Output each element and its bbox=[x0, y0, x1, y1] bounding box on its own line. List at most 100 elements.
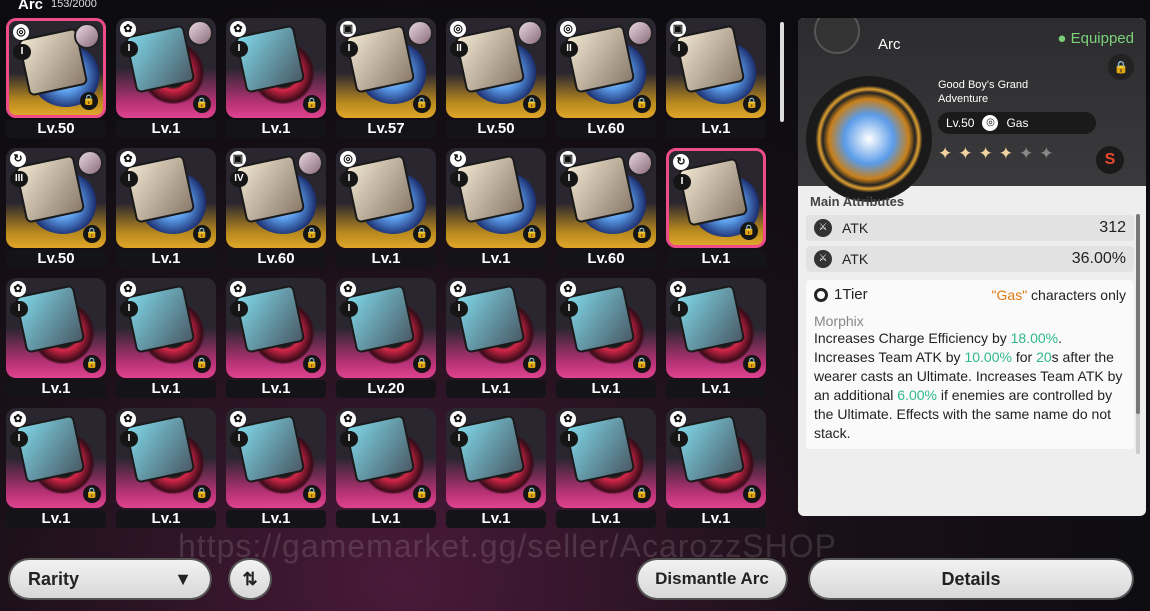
arc-card[interactable]: ✿ I 🔒 Lv.1 bbox=[226, 18, 326, 140]
arc-card[interactable]: ✿ I 🔒 Lv.1 bbox=[666, 408, 766, 530]
lock-icon[interactable]: 🔒 bbox=[743, 355, 761, 373]
arc-card-frame: ✿ I 🔒 bbox=[116, 408, 216, 508]
gear-element-icon: ✿ bbox=[120, 151, 136, 167]
tier-badge: I bbox=[560, 301, 578, 317]
arc-level: Lv.1 bbox=[226, 120, 326, 138]
arc-card[interactable]: ▣ I 🔒 Lv.1 bbox=[666, 18, 766, 140]
rarity-sort-dropdown[interactable]: Rarity ▼ bbox=[10, 560, 210, 598]
detail-panel: Arc ● Equipped 🔒 Good Boy's Grand Advent… bbox=[798, 18, 1146, 516]
sort-order-toggle-icon[interactable]: ⇅ bbox=[230, 560, 270, 598]
desc-value: 6.00% bbox=[897, 387, 937, 403]
lock-icon[interactable]: 🔒 bbox=[743, 485, 761, 503]
lock-icon[interactable]: 🔒 bbox=[193, 485, 211, 503]
lock-icon[interactable]: 🔒 bbox=[523, 355, 541, 373]
lock-icon[interactable]: 🔒 bbox=[633, 95, 651, 113]
arc-card[interactable]: ✿ I 🔒 Lv.1 bbox=[666, 278, 766, 400]
arc-card[interactable]: ▣ I 🔒 Lv.57 bbox=[336, 18, 436, 140]
lock-icon[interactable]: 🔒 bbox=[303, 355, 321, 373]
arc-card[interactable]: ↻ I 🔒 Lv.1 bbox=[666, 148, 766, 270]
tier-badge: I bbox=[340, 171, 358, 187]
lock-icon[interactable]: 🔒 bbox=[83, 485, 101, 503]
gear-element-icon: ✿ bbox=[120, 21, 136, 37]
arc-card-frame: ✿ I 🔒 bbox=[226, 408, 326, 508]
arc-card[interactable]: ▣ IV 🔒 Lv.60 bbox=[226, 148, 326, 270]
arc-level: Lv.1 bbox=[116, 250, 216, 268]
arc-card-frame: ◎ I 🔒 bbox=[336, 148, 436, 248]
arc-card-frame: ✿ I 🔒 bbox=[446, 278, 546, 378]
lock-icon[interactable]: 🔒 bbox=[193, 95, 211, 113]
lock-icon[interactable]: 🔒 bbox=[193, 355, 211, 373]
arc-card[interactable]: ✿ I 🔒 Lv.1 bbox=[446, 408, 546, 530]
arc-card[interactable]: ✿ I 🔒 Lv.1 bbox=[6, 408, 106, 530]
lock-icon[interactable]: 🔒 bbox=[83, 355, 101, 373]
gear-element-icon: ✿ bbox=[560, 281, 576, 297]
lock-icon[interactable]: 🔒 bbox=[523, 225, 541, 243]
arc-level: Lv.1 bbox=[6, 510, 106, 528]
lock-icon[interactable]: 🔒 bbox=[740, 222, 758, 240]
disc-case-art bbox=[564, 24, 636, 94]
lock-icon[interactable]: 🔒 bbox=[413, 95, 431, 113]
arc-card[interactable]: ↻ III 🔒 Lv.50 bbox=[6, 148, 106, 270]
character-avatar bbox=[627, 150, 653, 176]
arc-card[interactable]: ✿ I 🔒 Lv.1 bbox=[226, 408, 326, 530]
lock-icon[interactable]: 🔒 bbox=[83, 225, 101, 243]
lock-icon[interactable]: 🔒 bbox=[743, 95, 761, 113]
lock-icon[interactable]: 🔒 bbox=[80, 92, 98, 110]
disc-case-art bbox=[234, 284, 306, 354]
tier-badge: I bbox=[670, 431, 688, 447]
arc-card[interactable]: ↻ I 🔒 Lv.1 bbox=[446, 148, 546, 270]
arc-card[interactable]: ✿ I 🔒 Lv.1 bbox=[336, 408, 436, 530]
tier-badge: I bbox=[10, 431, 28, 447]
lock-icon[interactable]: 🔒 bbox=[413, 355, 431, 373]
lock-icon[interactable]: 🔒 bbox=[523, 95, 541, 113]
cube-element-icon: ▣ bbox=[340, 21, 356, 37]
details-button[interactable]: Details bbox=[810, 560, 1132, 598]
lock-icon[interactable]: 🔒 bbox=[193, 225, 211, 243]
arc-card[interactable]: ✿ I 🔒 Lv.1 bbox=[116, 278, 216, 400]
grid-scrollbar-thumb[interactable] bbox=[780, 22, 784, 122]
arc-card[interactable]: ▣ I 🔒 Lv.60 bbox=[556, 148, 656, 270]
lock-icon[interactable]: 🔒 bbox=[523, 485, 541, 503]
lock-icon[interactable]: 🔒 bbox=[633, 225, 651, 243]
lock-icon[interactable]: 🔒 bbox=[633, 485, 651, 503]
grid-scrollbar[interactable] bbox=[780, 22, 786, 522]
arc-card[interactable]: ◎ II 🔒 Lv.60 bbox=[556, 18, 656, 140]
character-avatar bbox=[187, 20, 213, 46]
lock-icon[interactable]: 🔒 bbox=[633, 355, 651, 373]
arc-level: Lv.1 bbox=[556, 510, 656, 528]
detail-scrollbar[interactable] bbox=[1136, 214, 1140, 454]
tier-badge: I bbox=[120, 41, 138, 57]
lock-icon[interactable]: 🔒 bbox=[413, 485, 431, 503]
arc-card-frame: ✿ I 🔒 bbox=[556, 408, 656, 508]
arc-card[interactable]: ✿ I 🔒 Lv.1 bbox=[446, 278, 546, 400]
arc-card[interactable]: ✿ I 🔒 Lv.1 bbox=[116, 18, 216, 140]
arc-card[interactable]: ✿ I 🔒 Lv.1 bbox=[6, 278, 106, 400]
arc-card[interactable]: ✿ I 🔒 Lv.1 bbox=[226, 278, 326, 400]
lock-icon[interactable]: 🔒 bbox=[413, 225, 431, 243]
arc-card[interactable]: ◎ II 🔒 Lv.50 bbox=[446, 18, 546, 140]
arc-card[interactable]: ✿ I 🔒 Lv.1 bbox=[556, 278, 656, 400]
arc-card-frame: ▣ I 🔒 bbox=[556, 148, 656, 248]
arc-card[interactable]: ✿ I 🔒 Lv.1 bbox=[116, 148, 216, 270]
item-name: Good Boy's Grand Adventure bbox=[938, 79, 1029, 105]
star-empty-icon: ✦ bbox=[1039, 144, 1054, 163]
dismantle-arc-button[interactable]: Dismantle Arc bbox=[638, 560, 786, 598]
arc-card[interactable]: ✿ I 🔒 Lv.1 bbox=[556, 408, 656, 530]
disc-case-art bbox=[124, 24, 196, 94]
arc-card[interactable]: ◎ I 🔒 Lv.50 bbox=[6, 18, 106, 140]
arc-level: Lv.50 bbox=[446, 120, 546, 138]
lock-icon[interactable]: 🔒 bbox=[1108, 54, 1134, 80]
arc-card-frame: ✿ I 🔒 bbox=[336, 408, 436, 508]
arc-card[interactable]: ◎ I 🔒 Lv.1 bbox=[336, 148, 436, 270]
lock-icon[interactable]: 🔒 bbox=[303, 485, 321, 503]
detail-scrollbar-thumb[interactable] bbox=[1136, 214, 1140, 414]
disc-case-art bbox=[677, 157, 749, 227]
disc-case-art bbox=[564, 414, 636, 484]
arc-card[interactable]: ✿ I 🔒 Lv.1 bbox=[116, 408, 216, 530]
lock-icon[interactable]: 🔒 bbox=[303, 225, 321, 243]
character-avatar bbox=[407, 20, 433, 46]
arc-card-frame: ▣ IV 🔒 bbox=[226, 148, 326, 248]
arc-card[interactable]: ✿ I 🔒 Lv.20 bbox=[336, 278, 436, 400]
lock-icon[interactable]: 🔒 bbox=[303, 95, 321, 113]
tier-badge: I bbox=[10, 301, 28, 317]
